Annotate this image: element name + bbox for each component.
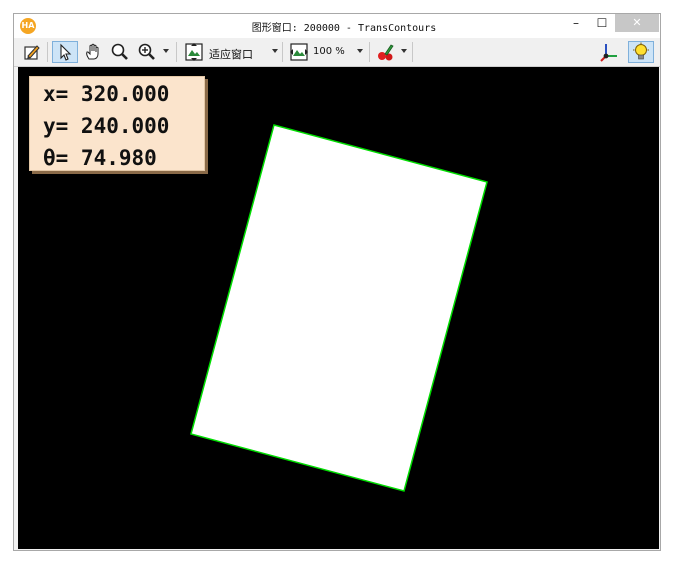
color-paint-icon	[376, 42, 396, 62]
fit-window-dropdown-arrow[interactable]	[272, 49, 278, 53]
coordinate-info-box: x= 320.000 y= 240.000 θ= 74.980	[29, 76, 205, 171]
axes-button[interactable]	[596, 41, 622, 63]
zoom-dropdown-arrow[interactable]	[163, 49, 169, 53]
magnifier-icon	[110, 42, 130, 62]
y-coordinate-text: y= 240.000	[43, 114, 170, 138]
toolbar-separator	[176, 42, 177, 62]
zoom-percent-label[interactable]: 100 %	[313, 46, 345, 57]
lightbulb-icon	[631, 42, 651, 62]
minimize-button[interactable]: –	[563, 14, 589, 32]
edit-icon	[22, 42, 42, 62]
fit-window-icon	[184, 42, 204, 62]
color-button[interactable]	[374, 41, 398, 63]
zoom-percent-button[interactable]	[287, 41, 311, 63]
lightbulb-button[interactable]	[628, 41, 654, 63]
app-logo-icon: HA	[20, 18, 36, 34]
transformed-rectangle-contour	[190, 124, 488, 492]
maximize-button[interactable]: ☐	[589, 14, 615, 32]
fit-window-label[interactable]: 适应窗口	[209, 46, 253, 62]
magnifier-button[interactable]	[108, 41, 132, 63]
fit-window-button[interactable]	[182, 41, 206, 63]
color-dropdown-arrow[interactable]	[401, 49, 407, 53]
close-button[interactable]: ✕	[615, 14, 659, 32]
graphics-window: HA 图形窗口: 200000 - TransContours – ☐ ✕ 适应…	[13, 13, 661, 551]
pan-button[interactable]	[81, 41, 105, 63]
edit-button[interactable]	[20, 41, 44, 63]
window-title: 图形窗口: 200000 - TransContours	[251, 23, 437, 34]
angle-text: θ= 74.980	[43, 146, 157, 170]
toolbar-separator	[282, 42, 283, 62]
toolbar-separator	[412, 42, 413, 62]
toolbar-separator	[47, 42, 48, 62]
title-bar[interactable]: HA 图形窗口: 200000 - TransContours – ☐ ✕	[14, 14, 660, 38]
image-canvas[interactable]: x= 320.000 y= 240.000 θ= 74.980	[18, 67, 659, 549]
pointer-icon	[56, 43, 74, 61]
zoom-in-icon	[137, 42, 157, 62]
zoom-percent-dropdown-arrow[interactable]	[357, 49, 363, 53]
toolbar: 适应窗口 100 %	[14, 38, 660, 67]
x-coordinate-text: x= 320.000	[43, 82, 170, 106]
zoom-in-button[interactable]	[135, 41, 159, 63]
zoom-percent-icon	[289, 42, 309, 62]
axes-icon	[599, 42, 619, 62]
hand-pan-icon	[83, 42, 103, 62]
pointer-button[interactable]	[52, 41, 78, 63]
toolbar-separator	[369, 42, 370, 62]
